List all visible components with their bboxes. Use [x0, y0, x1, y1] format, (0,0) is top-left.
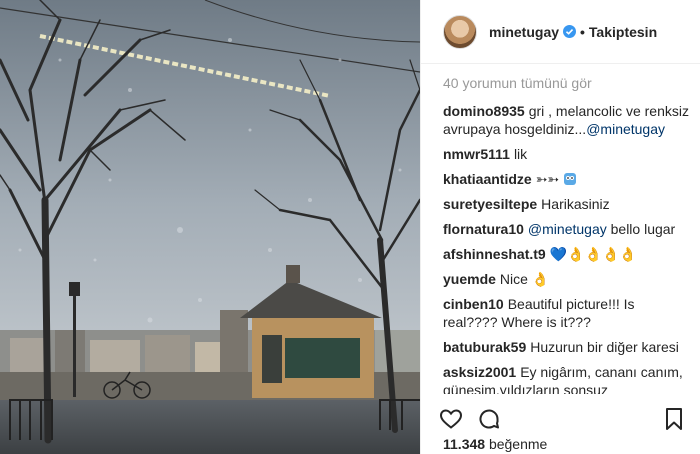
- comment-text: ➳➳: [535, 171, 560, 187]
- heart-icon[interactable]: [439, 407, 463, 431]
- comment-icon[interactable]: [477, 407, 501, 431]
- post-header: minetugay • Takiptesin: [421, 0, 700, 64]
- likes-label: beğenme: [488, 436, 548, 452]
- comments-list: 40 yorumun tümünü gör domino8935 gri , me…: [443, 70, 692, 394]
- comment-text: Huzurun bir diğer karesi: [530, 339, 679, 355]
- comment-username[interactable]: batuburak59: [443, 339, 526, 355]
- comment-username[interactable]: yuemde: [443, 271, 496, 287]
- avatar[interactable]: [443, 14, 477, 49]
- comment-username[interactable]: flornatura10: [443, 221, 524, 237]
- post-view: minetugay • Takiptesin 40 yorumun tümünü…: [0, 0, 700, 454]
- comment-username[interactable]: khatiaantidze: [443, 171, 532, 187]
- comment-item: batuburak59 Huzurun bir diğer karesi: [443, 338, 692, 356]
- rainy-city-photo: [0, 0, 420, 454]
- likes-count[interactable]: 11.348 beğenme: [443, 436, 547, 452]
- verified-icon: [563, 25, 577, 38]
- comment-username[interactable]: suretyesiltepe: [443, 196, 537, 212]
- comment-item: yuemde Nice 👌: [443, 270, 692, 288]
- bookmark-icon[interactable]: [664, 407, 684, 431]
- likes-number: 11.348: [443, 436, 486, 452]
- post-photo[interactable]: [0, 0, 420, 454]
- comment-text: Nice 👌: [499, 271, 550, 287]
- post-actions: [439, 406, 684, 432]
- comment-username[interactable]: domino8935: [443, 103, 525, 119]
- comment-mention[interactable]: @minetugay: [528, 221, 607, 237]
- view-all-comments-link[interactable]: 40 yorumun tümünü gör: [443, 74, 692, 92]
- header-separator: •: [580, 23, 585, 40]
- follow-status-button[interactable]: Takiptesin: [589, 24, 657, 40]
- post-author-username[interactable]: minetugay: [489, 24, 559, 40]
- comment-username[interactable]: cinben10: [443, 296, 504, 312]
- comment-item: flornatura10 @minetugay bello lugar: [443, 220, 692, 238]
- comment-text: lik: [513, 146, 528, 162]
- comment-username[interactable]: asksiz2001: [443, 364, 516, 380]
- comment-text: Harikasiniz: [541, 196, 610, 212]
- comment-mention[interactable]: @minetugay: [586, 121, 665, 137]
- comment-text: bello lugar: [606, 221, 676, 237]
- comment-item: cinben10 Beautiful picture!!! Is real????…: [443, 295, 692, 331]
- comment-item: nmwr5111 lik: [443, 145, 692, 163]
- comment-text: 💙👌👌👌👌: [549, 246, 637, 262]
- comment-item: afshinneshat.t9 💙👌👌👌👌: [443, 245, 692, 263]
- comment-item: suretyesiltepe Harikasiniz: [443, 195, 692, 213]
- comment-item: domino8935 gri , melancolic ve renksiz av…: [443, 102, 692, 138]
- comment-item: khatiaantidze ➳➳: [443, 170, 692, 188]
- comment-item: asksiz2001 Ey nigârım, cananı canım, güne…: [443, 363, 692, 394]
- post-sidebar: minetugay • Takiptesin 40 yorumun tümünü…: [420, 0, 700, 454]
- comment-username[interactable]: afshinneshat.t9: [443, 246, 546, 262]
- comment-username[interactable]: nmwr5111: [443, 146, 510, 162]
- owl-emoji-icon: [564, 173, 577, 185]
